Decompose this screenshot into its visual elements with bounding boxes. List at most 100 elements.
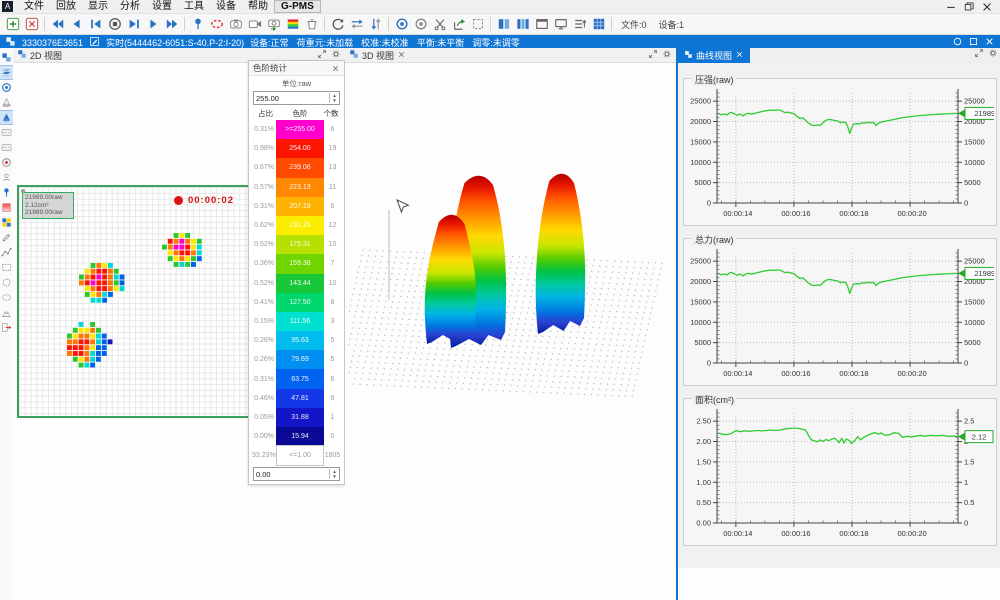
panel-2d-title: 2D 视图 bbox=[30, 49, 62, 62]
export-button[interactable] bbox=[449, 15, 468, 33]
rail-tool-target-b[interactable] bbox=[0, 81, 13, 94]
menu-item-4[interactable]: 设置 bbox=[146, 0, 178, 13]
minimize-button[interactable] bbox=[944, 1, 958, 13]
add-button[interactable] bbox=[3, 15, 22, 33]
rail-tool-winicon-b[interactable] bbox=[0, 51, 13, 64]
menu-item-2[interactable]: 显示 bbox=[82, 0, 114, 13]
scissors-button[interactable] bbox=[430, 15, 449, 33]
rail-tool-circ-sel[interactable] bbox=[0, 276, 13, 289]
rail-tool-pin[interactable] bbox=[0, 186, 13, 199]
tab-curve-view[interactable]: 曲线视图 bbox=[678, 48, 750, 63]
last-button[interactable] bbox=[124, 15, 143, 33]
rail-tool-rect-sel[interactable] bbox=[0, 261, 13, 274]
spinner-arrows[interactable]: ▲▼ bbox=[329, 469, 339, 479]
menu-item-7[interactable]: 帮助 bbox=[242, 0, 274, 13]
pin-button[interactable] bbox=[188, 15, 207, 33]
maximize-button[interactable] bbox=[962, 1, 976, 13]
crop-button[interactable] bbox=[468, 15, 487, 33]
rail-tool-cone[interactable] bbox=[0, 111, 13, 124]
video-button[interactable] bbox=[245, 15, 264, 33]
loop-button[interactable] bbox=[207, 15, 226, 33]
rotate-button[interactable] bbox=[328, 15, 347, 33]
menu-item-8[interactable]: G-PMS bbox=[274, 0, 321, 13]
camera-button[interactable] bbox=[226, 15, 245, 33]
target-b-button[interactable] bbox=[392, 15, 411, 33]
min-level-input[interactable]: 0.00 ▲▼ bbox=[253, 467, 340, 481]
color-stats-columns: 占比 色阶 个数 bbox=[249, 106, 344, 120]
chart-box-2: 面积(cm²)0.0000.500.51.0011.501.52.0022.50… bbox=[683, 398, 997, 546]
swap-v-button[interactable] bbox=[366, 15, 385, 33]
rail-tool-platform[interactable] bbox=[0, 306, 13, 319]
pressure-grid-2d[interactable]: 21989.00raw 2.12cm² 21989.00raw 00:00:02 bbox=[17, 185, 250, 418]
chart-box-1: 总力(raw)005000500010000100001500015000200… bbox=[683, 238, 997, 386]
close-button[interactable] bbox=[980, 1, 994, 13]
prev-button[interactable] bbox=[67, 15, 86, 33]
pin-handle[interactable] bbox=[21, 189, 25, 193]
spinner-arrows[interactable]: ▲▼ bbox=[329, 93, 339, 103]
grid-button[interactable] bbox=[589, 15, 608, 33]
row-color-cell: 239.06 bbox=[276, 158, 324, 177]
rail-tool-target-r[interactable] bbox=[0, 156, 13, 169]
snapshot-button[interactable] bbox=[264, 15, 283, 33]
list-button[interactable] bbox=[570, 15, 589, 33]
close-icon[interactable] bbox=[735, 50, 744, 61]
trash-button[interactable] bbox=[302, 15, 321, 33]
mouse-cursor bbox=[397, 200, 408, 212]
menu-item-3[interactable]: 分析 bbox=[114, 0, 146, 13]
max-level-input[interactable]: 255.00 ▲▼ bbox=[253, 91, 340, 105]
menu-item-0[interactable]: 文件 bbox=[18, 0, 50, 13]
cone-o-icon bbox=[1, 97, 12, 108]
svg-text:00:00:20: 00:00:20 bbox=[897, 209, 926, 218]
swap-h-button[interactable] bbox=[347, 15, 366, 33]
color-stats-header[interactable]: 色阶统计 bbox=[249, 61, 344, 76]
toolbar-separator bbox=[324, 17, 325, 31]
menu-item-1[interactable]: 回放 bbox=[50, 0, 82, 13]
row-count: 1 bbox=[324, 414, 341, 421]
rail-tool-cone-o[interactable] bbox=[0, 96, 13, 109]
expand-icon[interactable] bbox=[974, 48, 984, 61]
target-g-button[interactable] bbox=[411, 15, 430, 33]
menu-item-6[interactable]: 设备 bbox=[210, 0, 242, 13]
close-icon[interactable] bbox=[397, 50, 406, 61]
gear-icon[interactable] bbox=[988, 48, 998, 61]
play-button[interactable] bbox=[143, 15, 162, 33]
rail-tool-grad[interactable] bbox=[0, 201, 13, 214]
svg-text:15000: 15000 bbox=[964, 137, 985, 146]
svg-text:5000: 5000 bbox=[694, 178, 711, 187]
monitor-icon bbox=[554, 17, 568, 31]
rail-tool-avg[interactable] bbox=[0, 141, 13, 154]
rail-tool-poly[interactable] bbox=[0, 246, 13, 259]
row-count: 6 bbox=[324, 376, 341, 383]
rewind-icon bbox=[51, 17, 65, 31]
record-icon bbox=[108, 17, 122, 31]
rail-tool-avg[interactable] bbox=[0, 126, 13, 139]
rewind-button[interactable] bbox=[48, 15, 67, 33]
layout3-button[interactable] bbox=[513, 15, 532, 33]
layout2-button[interactable] bbox=[494, 15, 513, 33]
rail-tool-palette[interactable] bbox=[0, 216, 13, 229]
grad-icon bbox=[1, 202, 12, 213]
measurement-info-box[interactable]: 21989.00raw 2.12cm² 21989.00raw bbox=[22, 192, 74, 219]
pressure-surface-3d[interactable] bbox=[345, 62, 676, 600]
view-icon bbox=[17, 49, 27, 61]
palette-icon bbox=[1, 217, 12, 228]
record-button[interactable] bbox=[105, 15, 124, 33]
rail-tool-pencil[interactable] bbox=[0, 231, 13, 244]
rail-tool-ell-sel[interactable] bbox=[0, 291, 13, 304]
pencil-icon bbox=[1, 232, 12, 243]
monitor-button[interactable] bbox=[551, 15, 570, 33]
rail-tool-user[interactable] bbox=[0, 171, 13, 184]
frame-button[interactable] bbox=[532, 15, 551, 33]
gear-icon[interactable] bbox=[662, 49, 672, 61]
rail-tool-layers[interactable] bbox=[0, 66, 13, 79]
close-icon[interactable] bbox=[331, 64, 340, 73]
rail-tool-exit[interactable] bbox=[0, 321, 13, 334]
remove-button[interactable] bbox=[22, 15, 41, 33]
first-button[interactable] bbox=[86, 15, 105, 33]
info-line-force: 21989.00raw bbox=[25, 209, 71, 217]
ff-button[interactable] bbox=[162, 15, 181, 33]
expand-icon[interactable] bbox=[648, 49, 658, 61]
menu-item-5[interactable]: 工具 bbox=[178, 0, 210, 13]
camera-icon bbox=[229, 17, 243, 31]
colorbar-button[interactable] bbox=[283, 15, 302, 33]
